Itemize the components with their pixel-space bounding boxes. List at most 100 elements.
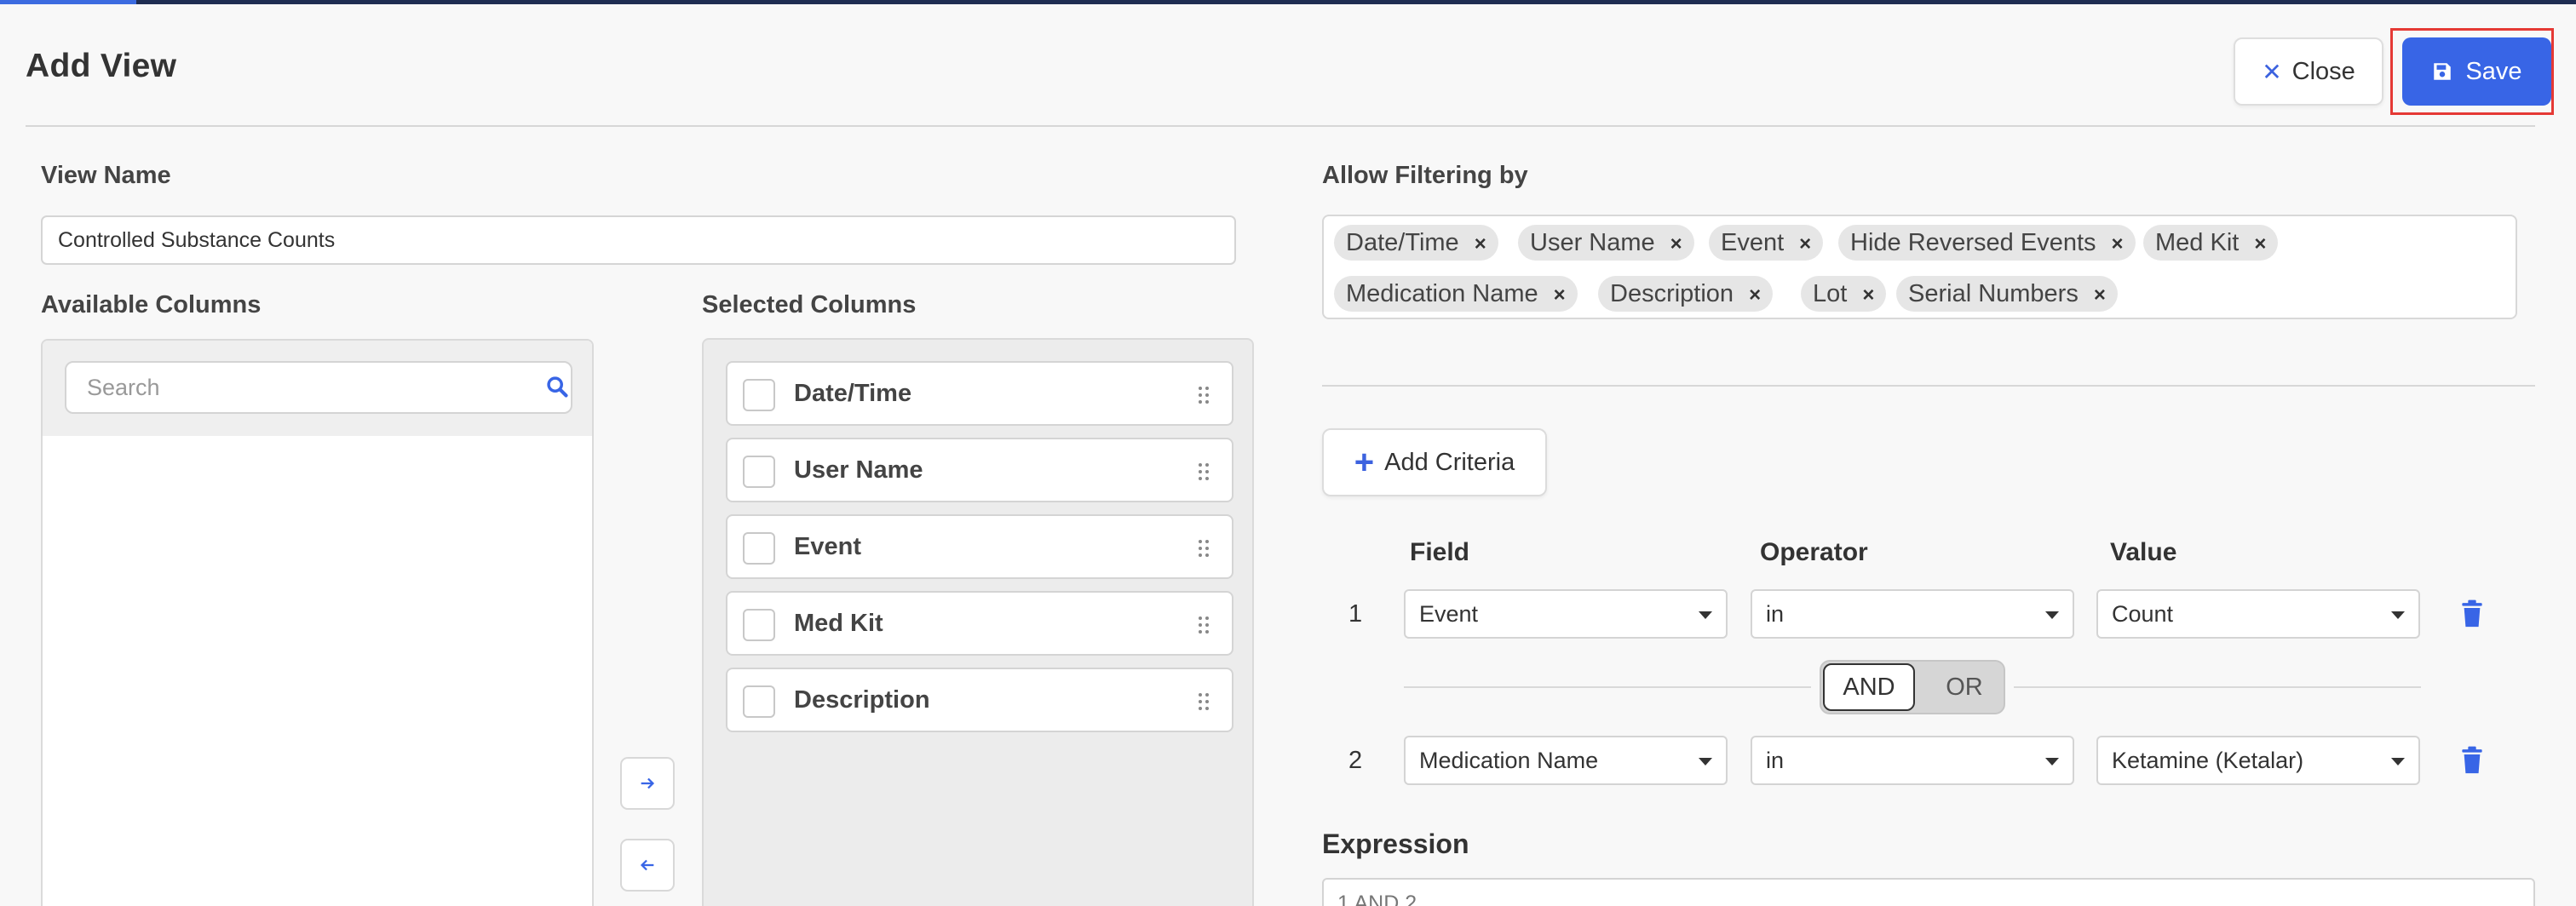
- operator-select-value: in: [1766, 601, 1785, 627]
- logic-toggle: AND OR: [1820, 660, 2005, 714]
- operator-select-value: in: [1766, 748, 1785, 773]
- add-criteria-button[interactable]: + Add Criteria: [1322, 428, 1547, 496]
- column-checkbox[interactable]: [743, 379, 775, 411]
- logic-divider-left: [1404, 686, 1811, 688]
- field-select[interactable]: Medication Name: [1404, 736, 1728, 785]
- caret-down-icon: [2045, 611, 2059, 619]
- field-select[interactable]: Event: [1404, 589, 1728, 639]
- or-toggle-button[interactable]: OR: [1930, 663, 1998, 711]
- arrow-left-icon: [640, 859, 654, 871]
- value-select[interactable]: Ketamine (Ketalar): [2096, 736, 2420, 785]
- field-header: Field: [1410, 538, 1470, 566]
- trash-icon[interactable]: [2460, 599, 2484, 628]
- value-select[interactable]: Count: [2096, 589, 2420, 639]
- remove-chip-icon[interactable]: ×: [1670, 226, 1682, 262]
- selected-column-item[interactable]: User Name: [726, 438, 1233, 502]
- logic-divider-right: [2014, 686, 2421, 688]
- expression-input[interactable]: 1 AND 2: [1322, 878, 2535, 906]
- remove-chip-icon[interactable]: ×: [2254, 226, 2266, 262]
- view-name-input[interactable]: Controlled Substance Counts: [41, 215, 1236, 265]
- filter-chip: Medication Name ×: [1334, 276, 1578, 312]
- remove-chip-icon[interactable]: ×: [2094, 278, 2106, 313]
- available-columns-label: Available Columns: [41, 291, 262, 318]
- search-input[interactable]: Search: [65, 361, 572, 414]
- move-right-button[interactable]: [620, 757, 675, 810]
- top-bar-accent: [0, 0, 136, 4]
- filter-chip: Serial Numbers ×: [1896, 276, 2118, 312]
- search-icon[interactable]: [545, 375, 569, 399]
- operator-select[interactable]: in: [1751, 736, 2074, 785]
- and-toggle-button[interactable]: AND: [1823, 663, 1915, 711]
- filter-chip-label: Description: [1610, 280, 1734, 307]
- caret-down-icon: [1699, 758, 1712, 766]
- column-label: User Name: [794, 456, 923, 484]
- filter-chip: Lot ×: [1801, 276, 1887, 313]
- filter-chip-label: Date/Time: [1346, 229, 1459, 256]
- criteria-row-number: 2: [1348, 747, 1363, 774]
- caret-down-icon: [1699, 611, 1712, 619]
- filter-chip-label: Event: [1721, 229, 1785, 256]
- value-select-value: Count: [2112, 601, 2174, 627]
- drag-handle-icon[interactable]: [1198, 539, 1210, 558]
- filter-chip: Description ×: [1598, 276, 1774, 313]
- close-icon: ✕: [2262, 58, 2282, 85]
- save-button-label: Save: [2465, 57, 2522, 85]
- column-checkbox[interactable]: [743, 456, 775, 488]
- drag-handle-icon[interactable]: [1198, 692, 1210, 711]
- filter-chip-label: Lot: [1813, 280, 1848, 307]
- selected-column-item[interactable]: Event: [726, 514, 1233, 579]
- page-title: Add View: [26, 48, 177, 84]
- trash-icon[interactable]: [2460, 746, 2484, 775]
- selected-columns-panel: Date/Time User Name Event Med Kit Descri…: [702, 338, 1254, 906]
- remove-chip-icon[interactable]: ×: [1749, 278, 1761, 313]
- column-checkbox[interactable]: [743, 685, 775, 718]
- value-header: Value: [2110, 538, 2177, 566]
- expression-label: Expression: [1322, 829, 1469, 859]
- filter-chip-label: Hide Reversed Events: [1850, 229, 2096, 256]
- filter-chip: User Name ×: [1518, 225, 1694, 261]
- close-button-label: Close: [2291, 57, 2355, 85]
- field-select-value: Event: [1419, 601, 1479, 627]
- remove-chip-icon[interactable]: ×: [1554, 278, 1566, 313]
- selected-column-item[interactable]: Med Kit: [726, 591, 1233, 656]
- filter-chip: Event ×: [1709, 225, 1824, 262]
- column-label: Description: [794, 686, 930, 714]
- filter-chip-label: User Name: [1530, 229, 1655, 256]
- remove-chip-icon[interactable]: ×: [2112, 226, 2124, 262]
- arrow-right-icon: [641, 777, 655, 789]
- column-checkbox[interactable]: [743, 532, 775, 565]
- plus-icon: +: [1354, 444, 1375, 481]
- header-divider: [26, 125, 2535, 127]
- caret-down-icon: [2045, 758, 2059, 766]
- selected-column-item[interactable]: Description: [726, 668, 1233, 732]
- criteria-row-number: 1: [1348, 600, 1363, 628]
- move-left-button[interactable]: [620, 839, 675, 892]
- remove-chip-icon[interactable]: ×: [1799, 226, 1811, 262]
- drag-handle-icon[interactable]: [1198, 386, 1210, 404]
- add-criteria-label: Add Criteria: [1384, 448, 1515, 476]
- drag-handle-icon[interactable]: [1198, 616, 1210, 634]
- column-label: Med Kit: [794, 610, 883, 637]
- operator-select[interactable]: in: [1751, 589, 2074, 639]
- filter-chip: Med Kit ×: [2143, 225, 2279, 262]
- column-checkbox[interactable]: [743, 609, 775, 641]
- operator-header: Operator: [1760, 538, 1868, 566]
- floppy-disk-icon: [2434, 63, 2452, 80]
- selected-column-item[interactable]: Date/Time: [726, 361, 1233, 426]
- save-button[interactable]: Save: [2402, 37, 2551, 106]
- view-name-label: View Name: [41, 162, 171, 189]
- remove-chip-icon[interactable]: ×: [1475, 226, 1486, 262]
- caret-down-icon: [2391, 611, 2405, 619]
- filter-divider: [1322, 385, 2535, 387]
- filter-chips-field[interactable]: Date/Time × User Name × Event × Hide Revers…: [1322, 215, 2517, 319]
- filter-chip-label: Medication Name: [1346, 280, 1538, 307]
- close-button[interactable]: ✕ Close: [2234, 37, 2383, 106]
- selected-columns-label: Selected Columns: [702, 291, 917, 318]
- filter-chip: Hide Reversed Events ×: [1838, 225, 2136, 261]
- available-columns-panel: Search: [41, 339, 594, 906]
- column-label: Event: [794, 533, 861, 560]
- filtering-label: Allow Filtering by: [1322, 162, 1528, 189]
- value-select-value: Ketamine (Ketalar): [2112, 748, 2304, 773]
- drag-handle-icon[interactable]: [1198, 462, 1210, 481]
- remove-chip-icon[interactable]: ×: [1862, 278, 1874, 313]
